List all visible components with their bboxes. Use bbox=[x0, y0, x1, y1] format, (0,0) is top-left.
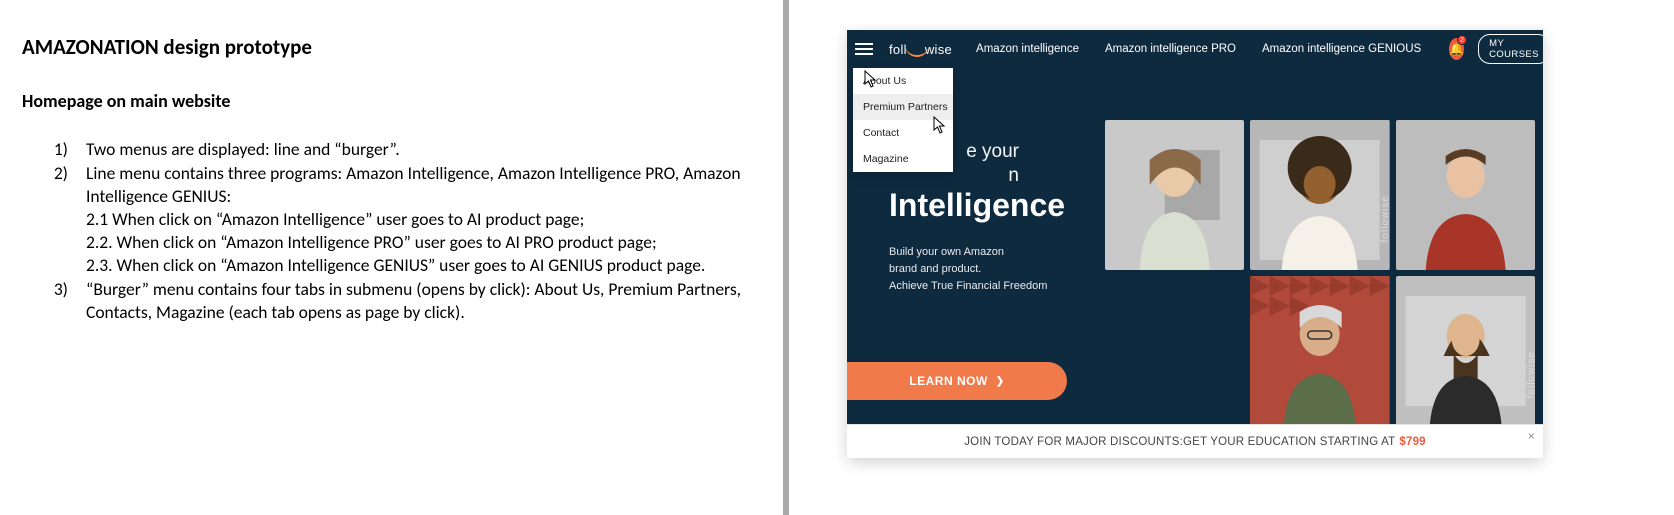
dropdown-item-magazine[interactable]: Magazine bbox=[853, 146, 953, 172]
spec-item-number: 2) bbox=[22, 162, 86, 277]
chevron-right-icon: ❯ bbox=[996, 376, 1005, 387]
hero-sub1: Build your own Amazon bbox=[889, 244, 1079, 261]
spec-title: AMAZONATION design prototype bbox=[22, 34, 761, 60]
spec-item-number: 3) bbox=[22, 278, 86, 324]
nav-link-ai[interactable]: Amazon intelligence bbox=[976, 43, 1079, 55]
spec-item-body: “Burger” menu contains four tabs in subm… bbox=[86, 278, 761, 324]
spec-list: 1) Two menus are displayed: line and “bu… bbox=[22, 138, 761, 324]
line-menu: Amazon intelligence Amazon intelligence … bbox=[976, 43, 1421, 55]
spec-item: 3) “Burger” menu contains four tabs in s… bbox=[22, 278, 761, 324]
watermark: followise bbox=[1525, 351, 1535, 398]
spec-subitem: 2.3. When click on “Amazon Intelligence … bbox=[86, 254, 761, 277]
my-courses-button[interactable]: MY COURSES bbox=[1478, 34, 1543, 64]
brand-logo[interactable]: follwise bbox=[889, 42, 952, 57]
spec-subitem: 2.2. When click on “Amazon Intelligence … bbox=[86, 231, 761, 254]
dropdown-item-premium-partners[interactable]: Premium Partners bbox=[853, 94, 953, 120]
spec-item-number: 1) bbox=[22, 138, 86, 161]
promo-banner: JOIN TODAY FOR MAJOR DISCOUNTS: GET YOUR… bbox=[847, 424, 1543, 458]
hero-sub2: brand and product. bbox=[889, 261, 1079, 278]
promo-text-a: JOIN TODAY FOR MAJOR DISCOUNTS: bbox=[964, 436, 1183, 448]
photo-grid: followise bbox=[1105, 120, 1535, 426]
hero-heading: Intelligence bbox=[889, 188, 1079, 222]
spec-sublist: 2.1 When click on “Amazon Intelligence” … bbox=[86, 208, 761, 277]
notifications-badge: 2 bbox=[1457, 35, 1467, 45]
burger-dropdown: About Us Premium Partners Contact Magazi… bbox=[853, 68, 953, 172]
promo-price: $799 bbox=[1399, 436, 1425, 448]
header: follwise Amazon intelligence Amazon inte… bbox=[847, 30, 1543, 68]
dropdown-item-about[interactable]: About Us bbox=[853, 68, 953, 94]
photo-tile-3 bbox=[1396, 120, 1535, 270]
brand-text-post: wise bbox=[925, 42, 952, 57]
spec-subtitle: Homepage on main website bbox=[22, 90, 761, 112]
learn-now-button[interactable]: LEARN NOW ❯ bbox=[847, 362, 1067, 400]
photo-tile-1 bbox=[1105, 120, 1244, 270]
photo-tile-4 bbox=[1250, 276, 1389, 426]
spec-item: 2) Line menu contains three programs: Am… bbox=[22, 162, 761, 277]
dropdown-item-contact[interactable]: Contact bbox=[853, 120, 953, 146]
watermark: followise bbox=[1380, 195, 1390, 242]
nav-link-ai-pro[interactable]: Amazon intelligence PRO bbox=[1105, 43, 1236, 55]
spec-item-body: Two menus are displayed: line and “burge… bbox=[86, 138, 761, 161]
spec-item-body: Line menu contains three programs: Amazo… bbox=[86, 162, 761, 277]
photo-tile-5: followise bbox=[1396, 276, 1535, 426]
nav-link-ai-genious[interactable]: Amazon intelligence GENIOUS bbox=[1262, 43, 1421, 55]
mock-wrapper: follwise Amazon intelligence Amazon inte… bbox=[789, 0, 1674, 515]
brand-swish-icon bbox=[907, 44, 925, 54]
hero-sub3: Achieve True Financial Freedom bbox=[889, 278, 1079, 295]
hamburger-menu-icon[interactable] bbox=[853, 39, 875, 59]
spec-document: AMAZONATION design prototype Homepage on… bbox=[0, 0, 789, 515]
spec-item-text: Line menu contains three programs: Amazo… bbox=[86, 162, 741, 207]
spec-item: 1) Two menus are displayed: line and “bu… bbox=[22, 138, 761, 161]
website-mock: follwise Amazon intelligence Amazon inte… bbox=[847, 30, 1543, 458]
promo-text-b: GET YOUR EDUCATION STARTING AT bbox=[1183, 436, 1395, 448]
close-icon[interactable]: × bbox=[1528, 429, 1535, 443]
cta-label: LEARN NOW bbox=[909, 374, 988, 388]
notifications-button[interactable]: 🔔 2 bbox=[1449, 38, 1464, 60]
photo-tile-2: followise bbox=[1250, 120, 1389, 270]
spec-subitem: 2.1 When click on “Amazon Intelligence” … bbox=[86, 208, 761, 231]
